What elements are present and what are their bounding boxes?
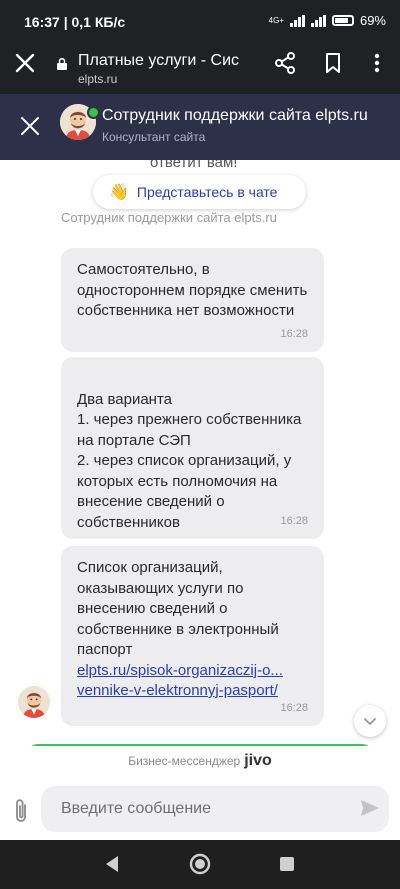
share-icon[interactable] (274, 52, 296, 74)
network-type: 4G+ (268, 16, 284, 25)
message-bubble: Два варианта 1. через прежнего собственн… (61, 357, 324, 539)
sender-label: Сотрудник поддержки сайта elpts.ru (61, 210, 277, 225)
message-time: 16:28 (280, 327, 308, 340)
status-bar: 16:37 | 0,1 КБ/с 4G+ 69% (0, 0, 400, 44)
introduce-yourself-button[interactable]: 👋 Представьтесь в чате (93, 175, 306, 209)
message-bubble: Самостоятельно, в одностороннем порядке … (61, 248, 324, 352)
online-indicator (87, 106, 100, 119)
quick-replies-border (28, 744, 372, 746)
home-nav-icon[interactable] (189, 853, 211, 875)
message-text: Самостоятельно, в одностороннем порядке … (77, 261, 308, 319)
message-text: Два варианта 1. через прежнего собственн… (77, 390, 302, 531)
message-time: 16:28 (280, 701, 308, 714)
message-text: Список организаций, оказывающих услуги п… (77, 559, 279, 658)
message-bubble: Список организаций, оказывающих услуги п… (61, 546, 324, 726)
partial-message-text: ответит вам! (150, 160, 238, 171)
powered-by-label: Бизнес-мессенджер (128, 754, 241, 768)
agent-role: Консультант сайта (102, 130, 206, 144)
agent-message-avatar (18, 686, 50, 718)
page-domain: elpts.ru (78, 72, 118, 86)
scroll-down-button[interactable] (354, 705, 386, 737)
close-tab-icon[interactable] (14, 52, 36, 74)
android-navigation-bar (0, 840, 400, 889)
agent-name: Сотрудник поддержки сайта elpts.ru (102, 107, 368, 124)
bookmark-icon[interactable] (323, 52, 343, 74)
status-time-speed: 16:37 | 0,1 КБ/с (24, 14, 126, 30)
recent-apps-icon[interactable] (280, 857, 294, 871)
signal-icon-2 (310, 14, 326, 27)
attach-icon[interactable] (12, 798, 30, 824)
chat-messages[interactable]: ответит вам! 👋 Представьтесь в чате Сотр… (0, 160, 400, 746)
lock-icon (57, 58, 67, 70)
message-time: 16:28 (280, 514, 308, 527)
close-chat-icon[interactable] (20, 116, 40, 136)
battery-icon (331, 15, 354, 26)
organizations-list-link[interactable]: elpts.ru/spisok-organizaczij-o... vennike… (77, 662, 283, 700)
battery-percent: 69% (359, 13, 386, 28)
powered-by: Бизнес-мессенджер jivo (0, 752, 400, 770)
browser-toolbar: Платные услуги - Сис elpts.ru (0, 44, 400, 94)
message-input[interactable] (41, 786, 389, 832)
chat-header: Сотрудник поддержки сайта elpts.ru Консу… (0, 94, 400, 160)
status-icons: 4G+ 69% (269, 13, 386, 28)
signal-icon (289, 14, 305, 27)
send-icon[interactable] (360, 798, 380, 818)
wave-hand-icon: 👋 (109, 184, 129, 201)
chevron-down-icon (364, 718, 376, 726)
back-nav-icon[interactable] (104, 855, 120, 873)
more-menu-icon[interactable] (367, 52, 387, 74)
page-title: Платные услуги - Сис (78, 52, 240, 69)
message-input-row (0, 782, 400, 838)
introduce-button-label: Представьтесь в чате (136, 184, 278, 200)
jivo-logo: jivo (244, 752, 272, 769)
